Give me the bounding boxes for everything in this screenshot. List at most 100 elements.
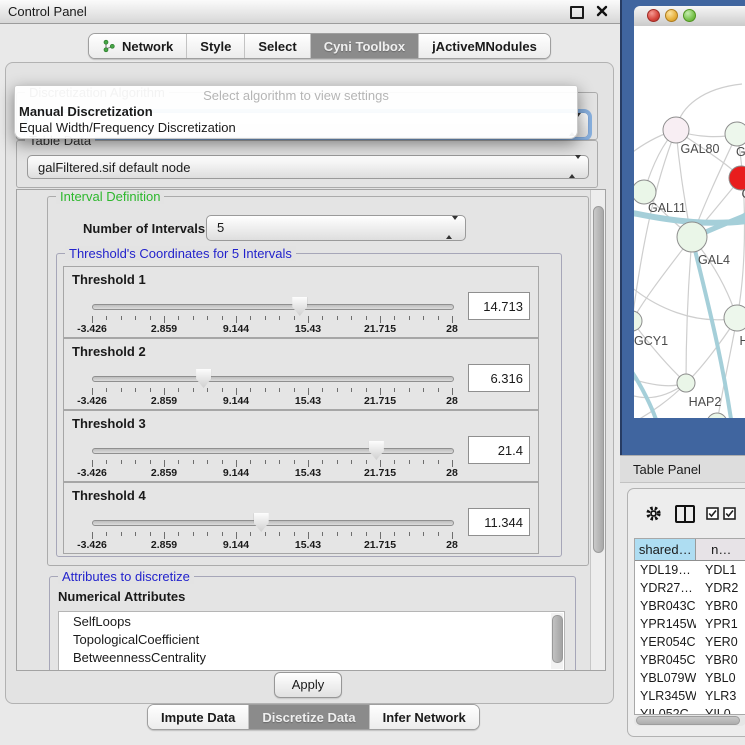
table-cell[interactable]: YBR043C [635,597,696,615]
table-cell[interactable]: YDR2 [696,579,745,597]
network-edge[interactable] [634,321,686,383]
threshold-value-field[interactable]: 6.316 [468,364,530,392]
node-gal80[interactable] [663,117,689,143]
table-row[interactable]: YLR345WYLR3 [635,687,745,705]
float-button[interactable] [570,6,584,19]
threshold-value-field[interactable]: 11.344 [468,508,530,536]
tick-mark [423,460,424,464]
table-row[interactable]: YER054CYER0 [635,633,745,651]
close-light[interactable] [647,9,660,22]
tick-mark [135,532,136,536]
tab-style[interactable]: Style [187,34,245,58]
close-button[interactable] [596,5,608,17]
table-cell[interactable]: YBL0 [696,669,745,687]
number-of-intervals-combo[interactable]: 5 [206,215,466,241]
numerical-attributes-list[interactable]: SelfLoopsTopologicalCoefficientBetweenne… [58,611,565,671]
table-cell[interactable]: YBR045C [635,651,696,669]
table-cell[interactable]: YDL19… [635,561,696,579]
tick-mark [193,532,194,536]
tab-jactivemnodules[interactable]: jActiveMNodules [419,34,550,58]
slider-thumb[interactable] [369,441,384,460]
tab-infer-network[interactable]: Infer Network [370,705,479,729]
network-canvas[interactable]: GAL80GACGAL11GAL4GCY1HHAP2 [634,26,745,418]
scrollbar-thumb[interactable] [593,206,604,553]
network-edge-thick[interactable] [694,246,732,418]
slider-track[interactable] [92,520,454,526]
tab-cyni-toolbox[interactable]: Cyni Toolbox [311,34,419,58]
scrollbar-thumb[interactable] [552,615,563,663]
table-cell[interactable]: YIL0 [696,705,745,715]
dropdown-item-equal-width-frequency-discretization[interactable]: Equal Width/Frequency Discretization [15,120,577,136]
network-edge[interactable] [634,286,737,320]
threshold-value-field[interactable]: 14.713 [468,292,530,320]
apply-button[interactable]: Apply [274,672,342,698]
table-row[interactable]: YBR043CYBR0 [635,597,745,615]
combo-stepper-icon [569,155,581,179]
slider-track[interactable] [92,304,454,310]
attribute-item-selfloops[interactable]: SelfLoops [59,612,564,630]
tick-mark [337,388,338,392]
table-row[interactable]: YBL079WYBL0 [635,669,745,687]
table-cell[interactable]: YDL1 [696,561,745,579]
table-row[interactable]: YIL052CYIL0 [635,705,745,715]
attribute-item-betweennesscentrality[interactable]: BetweennessCentrality [59,648,564,666]
checkbox-icon[interactable] [706,507,719,525]
zoom-light[interactable] [683,9,696,22]
slider-track[interactable] [92,448,454,454]
table-row[interactable]: YDR27…YDR2 [635,579,745,597]
slider-track[interactable] [92,376,454,382]
settings-scrollbar[interactable] [590,190,605,670]
tick-mark [308,532,309,539]
checkbox-icon[interactable] [723,507,736,525]
node-bottom-partial[interactable] [707,413,727,418]
node-h[interactable] [724,305,745,331]
table-cell[interactable]: YBL079W [635,669,696,687]
thresholds-group: Threshold's Coordinates for 5 Intervals … [56,253,562,557]
table-cell[interactable]: YPR1 [696,615,745,633]
table-row[interactable]: YDL19…YDL1 [635,561,745,579]
node-gcy1[interactable] [634,311,642,331]
table-data-combo[interactable]: galFiltered.sif default node [27,155,589,179]
close-icon [596,5,608,17]
table-row[interactable]: YBR045CYBR0 [635,651,745,669]
table-cell[interactable]: YIL052C [635,705,696,715]
table-cell[interactable]: YLR345W [635,687,696,705]
column-header-shared[interactable]: shared… [635,539,696,560]
tick-mark [207,460,208,464]
gear-icon[interactable] [645,505,662,527]
dropdown-item-manual-discretization[interactable]: Manual Discretization [15,104,577,120]
table-row[interactable]: YPR145WYPR1 [635,615,745,633]
slider-thumb[interactable] [196,369,211,388]
tab-impute-data[interactable]: Impute Data [148,705,249,729]
threshold-value-field[interactable]: 21.4 [468,436,530,464]
list-scrollbar[interactable] [551,613,563,669]
tab-select[interactable]: Select [245,34,310,58]
network-edge-thick[interactable] [634,366,658,418]
tab-discretize-data[interactable]: Discretize Data [249,705,369,729]
column-header-n[interactable]: n… [696,539,745,560]
tick-mark [423,316,424,320]
table-cell[interactable]: YPR145W [635,615,696,633]
network-edge[interactable] [686,237,692,383]
table-cell[interactable]: YER0 [696,633,745,651]
table-cell[interactable]: YBR0 [696,651,745,669]
table-cell[interactable]: YDR27… [635,579,696,597]
slider-thumb[interactable] [292,297,307,316]
minimize-light[interactable] [665,9,678,22]
table-cell[interactable]: YLR3 [696,687,745,705]
table-header-row: shared…n… [635,539,745,561]
tick-mark [250,460,251,464]
scrollbar-thumb[interactable] [636,716,740,725]
node-gal4[interactable] [677,222,707,252]
attribute-item-topologicalcoefficient[interactable]: TopologicalCoefficient [59,630,564,648]
table-cell[interactable]: YER054C [635,633,696,651]
node-top-right[interactable] [725,122,745,146]
table-h-scrollbar[interactable] [634,715,745,726]
split-columns-icon[interactable] [675,505,695,523]
network-edge[interactable] [737,134,745,318]
network-edge[interactable] [634,130,676,321]
tab-network[interactable]: Network [89,34,187,58]
table-cell[interactable]: YBR0 [696,597,745,615]
slider-thumb[interactable] [254,513,269,532]
node-hap2[interactable] [677,374,695,392]
